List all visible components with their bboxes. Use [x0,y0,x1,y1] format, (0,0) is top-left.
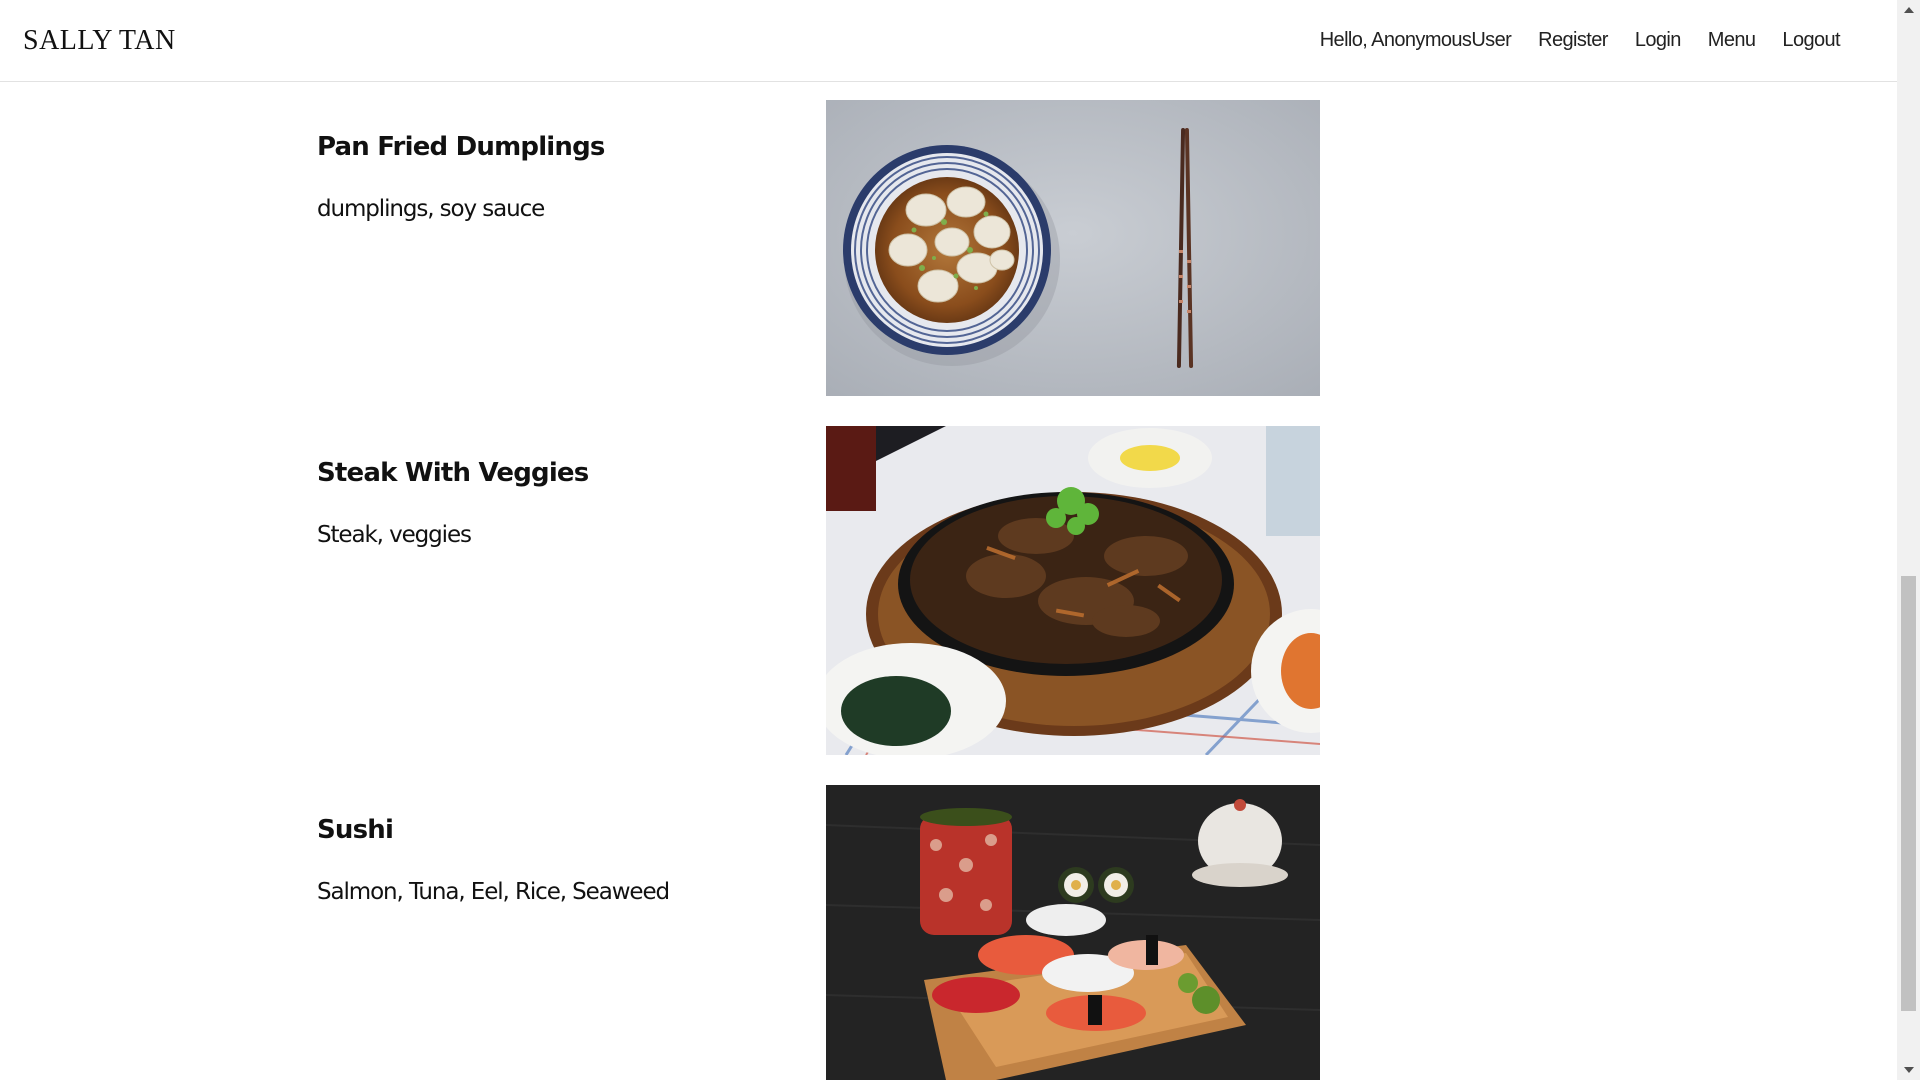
menu-item-text: Pan Fried Dumplings dumplings, soy sauce [317,132,605,222]
steak-image [826,426,1320,755]
menu-item-text: Sushi Salmon, Tuna, Eel, Rice, Seaweed [317,815,670,905]
vertical-scrollbar[interactable] [1897,0,1920,1080]
nav-login-link[interactable]: Login [1635,29,1682,52]
nav-register-link[interactable]: Register [1538,29,1608,52]
nav-menu-link[interactable]: Menu [1708,29,1756,52]
nav-logout-link[interactable]: Logout [1782,29,1840,52]
menu-item-title: Steak With Veggies [317,458,589,488]
scroll-up-button[interactable] [1897,0,1920,20]
dumplings-photo [826,100,1320,396]
steak-photo [826,426,1320,755]
dumplings-image [826,100,1320,396]
triangle-up-icon [1903,7,1914,13]
sushi-image [826,785,1320,1080]
scroll-down-button[interactable] [1897,1060,1920,1080]
menu-item-description: Salmon, Tuna, Eel, Rice, Seaweed [317,879,670,905]
menu-item-title: Pan Fried Dumplings [317,132,605,162]
menu-item-description: dumplings, soy sauce [317,196,545,222]
brand-logo[interactable]: SALLY TAN [23,25,176,57]
triangle-down-icon [1903,1067,1914,1073]
menu-item-description: Steak, veggies [317,522,472,548]
menu-list: Pan Fried Dumplings dumplings, soy sauce [0,0,1897,1080]
sushi-photo [826,785,1320,1080]
menu-item-text: Steak With Veggies Steak, veggies [317,458,589,548]
nav-greeting[interactable]: Hello, AnonymousUser [1320,29,1512,52]
scrollbar-thumb[interactable] [1901,576,1916,1011]
nav-links: Hello, AnonymousUser Register Login Menu… [1320,29,1841,52]
menu-item-title: Sushi [317,815,394,845]
top-navbar: SALLY TAN Hello, AnonymousUser Register … [0,0,1897,82]
